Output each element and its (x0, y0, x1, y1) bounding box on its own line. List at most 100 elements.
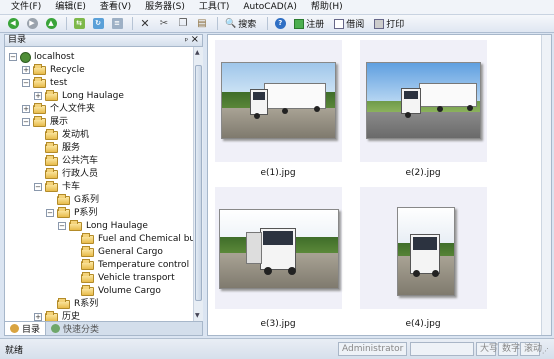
status-num: 数字 (498, 342, 520, 356)
tree-node-history[interactable]: + 历史 (34, 310, 80, 321)
tree-node-temperature[interactable]: Temperature control (81, 258, 190, 271)
tree-node-show[interactable]: − 展示 (22, 115, 69, 128)
delete-button[interactable]: ✕ (137, 16, 153, 31)
forward-icon: ▶ (26, 18, 38, 29)
menu-autocad[interactable]: AutoCAD(A) (236, 0, 303, 15)
toolbar-divider (132, 17, 133, 30)
register-label: 注册 (306, 20, 325, 30)
catalog-icon (10, 324, 19, 333)
collapse-icon[interactable]: − (46, 209, 54, 217)
folder-icon (45, 310, 58, 321)
tree-node-general-cargo[interactable]: General Cargo (81, 245, 163, 258)
thumbnail-item[interactable] (360, 187, 487, 309)
status-caps: 大写 (476, 342, 498, 356)
collapse-icon[interactable]: − (58, 222, 66, 230)
tree-label: 展示 (50, 117, 69, 127)
image-thumbnail (219, 209, 339, 289)
folder-tree: − localhost + Recycle − test + Long Haulage … (4, 47, 203, 321)
collapse-icon[interactable]: − (9, 53, 17, 61)
tree-label: Temperature control (98, 260, 190, 270)
help-button[interactable]: ? (272, 16, 288, 31)
tree-node-fuel[interactable]: Fuel and Chemical bulk (81, 232, 203, 245)
content-scrollbar[interactable] (541, 35, 551, 335)
forward-button[interactable]: ▶ (24, 16, 40, 31)
tree-label: 公共汽车 (62, 156, 99, 166)
tree-node-service[interactable]: 服务 (45, 141, 80, 154)
tab-catalog[interactable]: 目录 (5, 322, 47, 335)
search-button[interactable]: 🔍 搜索 (222, 16, 259, 31)
folder-icon (33, 63, 46, 75)
copy-icon: ❐ (178, 18, 188, 29)
folder-icon (57, 193, 70, 205)
folder-icon (81, 245, 94, 257)
up-button[interactable]: ▲ (43, 16, 59, 31)
thumbnail-item[interactable] (360, 40, 487, 162)
tree-node-long-haulage-2[interactable]: − Long Haulage (58, 219, 148, 232)
paste-button[interactable]: ▤ (194, 16, 210, 31)
folder-icon (57, 297, 70, 309)
refresh-button[interactable]: ↻ (90, 16, 106, 31)
expand-icon[interactable]: + (22, 66, 30, 74)
print-button[interactable]: 打印 (371, 16, 407, 31)
expand-icon[interactable]: + (34, 313, 42, 321)
menu-tools[interactable]: 工具(T) (192, 0, 237, 15)
refresh-icon: ↻ (92, 18, 104, 29)
close-panel-icon[interactable]: × (191, 34, 199, 45)
menu-view[interactable]: 查看(V) (93, 0, 138, 15)
collapse-icon[interactable]: − (22, 79, 30, 87)
register-button[interactable]: 注册 (291, 16, 327, 31)
expand-icon[interactable]: + (34, 92, 42, 100)
tab-label: 目录 (22, 325, 41, 335)
tree-node-recycle[interactable]: + Recycle (22, 63, 85, 76)
help-icon: ? (274, 18, 286, 29)
back-button[interactable]: ◀ (5, 16, 21, 31)
tree-node-personal[interactable]: + 个人文件夹 (22, 102, 95, 115)
scrollbar-thumb[interactable] (195, 65, 202, 301)
tree-node-r-series[interactable]: R系列 (57, 297, 98, 310)
tab-label: 快速分类 (63, 325, 100, 335)
tree-node-p-series[interactable]: − P系列 (46, 206, 98, 219)
sync-button[interactable]: ⇆ (71, 16, 87, 31)
properties-button[interactable]: ≡ (109, 16, 125, 31)
menu-help[interactable]: 帮助(H) (304, 0, 350, 15)
menu-server[interactable]: 服务器(S) (138, 0, 192, 15)
menu-file[interactable]: 文件(F) (4, 0, 48, 15)
collapse-icon[interactable]: − (22, 118, 30, 126)
borrow-button[interactable]: 借阅 (331, 16, 367, 31)
menu-edit[interactable]: 编辑(E) (48, 0, 93, 15)
tree-label: 卡车 (62, 182, 81, 192)
folder-icon (81, 232, 94, 244)
pin-icon[interactable]: ᵖ (185, 35, 188, 46)
toolbar-divider (267, 17, 269, 30)
catalog-panel-header: 目录 ᵖ × (4, 34, 203, 47)
tree-label: P系列 (74, 208, 98, 218)
tree-node-admin[interactable]: 行政人员 (45, 167, 98, 180)
tree-label: Recycle (50, 65, 85, 75)
tree-node-vehicle[interactable]: Vehicle transport (81, 271, 175, 284)
tree-node-test[interactable]: − test (22, 76, 67, 89)
tree-node-localhost[interactable]: − localhost (9, 51, 74, 63)
folder-icon (45, 141, 58, 153)
copy-button[interactable]: ❐ (175, 16, 191, 31)
scroll-down-icon[interactable]: ▼ (195, 312, 200, 319)
tree-node-engine[interactable]: 发动机 (45, 128, 89, 141)
resize-grip-icon[interactable]: ⋰ (542, 347, 549, 355)
tree-node-bus[interactable]: 公共汽车 (45, 154, 99, 167)
collapse-icon[interactable]: − (34, 183, 42, 191)
folder-icon (81, 284, 94, 296)
tree-node-volume[interactable]: Volume Cargo (81, 284, 161, 297)
file-name: e(2).jpg (405, 168, 441, 178)
tree-scrollbar[interactable]: ▲ ▼ (193, 47, 203, 321)
tree-node-truck[interactable]: − 卡车 (34, 180, 81, 193)
tree-label: Fuel and Chemical bulk (98, 234, 203, 244)
status-user: Administrator (338, 342, 407, 356)
thumbnail-item[interactable] (215, 40, 342, 162)
tree-node-g-series[interactable]: G系列 (57, 193, 99, 206)
cut-button[interactable]: ✂ (156, 16, 172, 31)
scroll-up-icon[interactable]: ▲ (195, 49, 200, 56)
thumbnail-item[interactable] (215, 187, 342, 309)
tree-node-long-haulage[interactable]: + Long Haulage (34, 89, 124, 102)
expand-icon[interactable]: + (22, 105, 30, 113)
folder-icon (45, 128, 58, 140)
tab-quick-category[interactable]: 快速分类 (46, 322, 104, 335)
